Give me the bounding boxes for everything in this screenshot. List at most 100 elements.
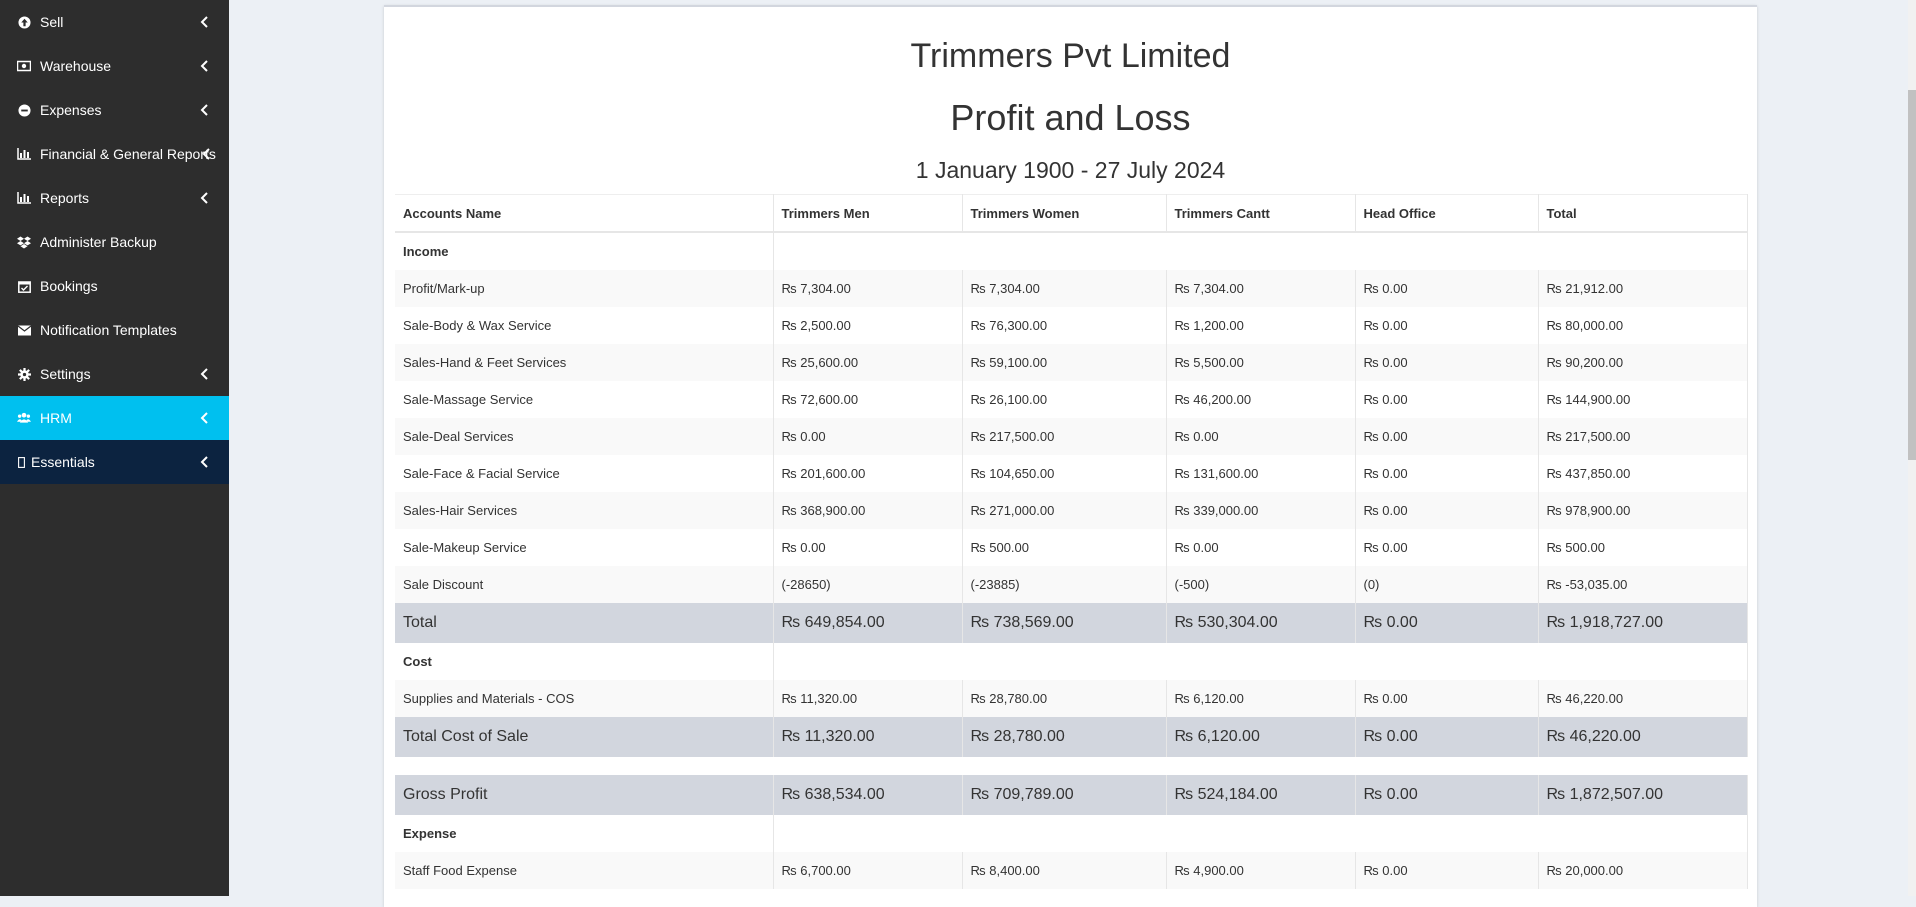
chevron-left-icon bbox=[200, 104, 208, 116]
chevron-left-icon bbox=[200, 60, 208, 72]
sidebar-item-reports[interactable]: Reports bbox=[0, 176, 229, 220]
amount-cell: ₨ 978,900.00 bbox=[1538, 492, 1748, 529]
bar-chart-icon bbox=[17, 191, 31, 205]
minus-circle-icon bbox=[17, 103, 31, 117]
total-amount: ₨ 530,304.00 bbox=[1166, 603, 1356, 643]
chevron-left-icon bbox=[202, 148, 210, 160]
column-header: Accounts Name bbox=[395, 194, 774, 233]
amount-cell: ₨ 1,200.00 bbox=[1166, 307, 1356, 344]
profit-loss-table: Accounts Name Trimmers Men Trimmers Wome… bbox=[395, 194, 1748, 889]
bar-chart-icon bbox=[17, 147, 31, 161]
amount-cell: ₨ 0.00 bbox=[1355, 418, 1539, 455]
total-label: Gross Profit bbox=[395, 775, 774, 815]
section-cost: Cost bbox=[395, 643, 1748, 680]
table-row: Sale-Makeup Service ₨ 0.00 ₨ 500.00 ₨ 0.00 ₨… bbox=[395, 529, 1748, 566]
amount-cell: (0) bbox=[1355, 566, 1539, 603]
total-amount: ₨ 46,220.00 bbox=[1538, 717, 1748, 757]
amount-cell: ₨ 28,780.00 bbox=[962, 680, 1167, 717]
income-total-row: Total ₨ 649,854.00 ₨ 738,569.00 ₨ 530,304.0… bbox=[395, 603, 1748, 643]
amount-cell: ₨ 6,120.00 bbox=[1166, 680, 1356, 717]
date-range: 1 January 1900 - 27 July 2024 bbox=[915, 157, 1226, 183]
amount-cell: ₨ 0.00 bbox=[1355, 455, 1539, 492]
amount-cell: ₨ 500.00 bbox=[1538, 529, 1748, 566]
account-name: Sales-Hand & Feet Services bbox=[395, 344, 774, 381]
amount-cell: ₨ 339,000.00 bbox=[1166, 492, 1356, 529]
amount-cell: ₨ 8,400.00 bbox=[962, 852, 1167, 889]
amount-cell: ₨ 90,200.00 bbox=[1538, 344, 1748, 381]
amount-cell: ₨ 104,650.00 bbox=[962, 455, 1167, 492]
chevron-left-icon bbox=[200, 456, 208, 468]
scrollbar-thumb[interactable] bbox=[1908, 90, 1916, 460]
sidebar-item-settings[interactable]: Settings bbox=[0, 352, 229, 396]
cost-total-row: Total Cost of Sale ₨ 11,320.00 ₨ 28,780.00… bbox=[395, 717, 1748, 757]
chevron-left-icon bbox=[200, 192, 208, 204]
money-icon bbox=[17, 59, 31, 73]
account-name: Staff Food Expense bbox=[395, 852, 774, 889]
total-amount: ₨ 11,320.00 bbox=[773, 717, 963, 757]
account-name: Sale-Massage Service bbox=[395, 381, 774, 418]
company-name: Trimmers Pvt Limited bbox=[910, 37, 1231, 75]
amount-cell: ₨ 144,900.00 bbox=[1538, 381, 1748, 418]
total-amount: ₨ 1,872,507.00 bbox=[1538, 775, 1748, 815]
amount-cell: ₨ 271,000.00 bbox=[962, 492, 1167, 529]
amount-cell: ₨ 46,200.00 bbox=[1166, 381, 1356, 418]
amount-cell: ₨ 25,600.00 bbox=[773, 344, 963, 381]
total-amount: ₨ 28,780.00 bbox=[962, 717, 1167, 757]
amount-cell: ₨ 0.00 bbox=[1355, 344, 1539, 381]
sidebar-item-label: Administer Backup bbox=[40, 234, 157, 250]
table-row: Sale Discount (-28650) (-23885) (-500) (0) ₨ … bbox=[395, 566, 1748, 603]
total-amount: ₨ 638,534.00 bbox=[773, 775, 963, 815]
amount-cell: ₨ 26,100.00 bbox=[962, 381, 1167, 418]
account-name: Sales-Hair Services bbox=[395, 492, 774, 529]
amount-cell: ₨ 7,304.00 bbox=[773, 270, 963, 307]
sidebar-item-financial-reports[interactable]: Financial & General Reports bbox=[0, 132, 229, 176]
calendar-check-icon bbox=[17, 279, 31, 293]
sidebar-item-warehouse[interactable]: Warehouse bbox=[0, 44, 229, 88]
total-amount: ₨ 0.00 bbox=[1355, 717, 1539, 757]
spacer-row bbox=[395, 757, 1747, 775]
section-filler bbox=[773, 232, 1748, 270]
amount-cell: (-500) bbox=[1166, 566, 1356, 603]
table-row: Sale-Face & Facial Service ₨ 201,600.00 ₨ … bbox=[395, 455, 1748, 492]
chevron-left-icon bbox=[200, 368, 208, 380]
section-label: Expense bbox=[395, 815, 774, 852]
users-icon bbox=[17, 411, 31, 425]
sidebar-item-administer-backup[interactable]: Administer Backup bbox=[0, 220, 229, 264]
column-header: Head Office bbox=[1355, 194, 1539, 233]
amount-cell: ₨ 20,000.00 bbox=[1538, 852, 1748, 889]
vertical-scrollbar[interactable] bbox=[1908, 0, 1916, 896]
column-header: Trimmers Women bbox=[962, 194, 1167, 233]
table-row: Staff Food Expense ₨ 6,700.00 ₨ 8,400.00 ₨ … bbox=[395, 852, 1748, 889]
column-header: Trimmers Cantt bbox=[1166, 194, 1356, 233]
amount-cell: ₨ 368,900.00 bbox=[773, 492, 963, 529]
sidebar-item-notification-templates[interactable]: Notification Templates bbox=[0, 308, 229, 352]
column-header: Total bbox=[1538, 194, 1748, 233]
sidebar-item-expenses[interactable]: Expenses bbox=[0, 88, 229, 132]
sidebar-item-label: Bookings bbox=[40, 278, 98, 294]
amount-cell: ₨ 0.00 bbox=[1355, 381, 1539, 418]
amount-cell: ₨ 76,300.00 bbox=[962, 307, 1167, 344]
amount-cell: ₨ 46,220.00 bbox=[1538, 680, 1748, 717]
account-name: Profit/Mark-up bbox=[395, 270, 774, 307]
sidebar-item-essentials[interactable]: Essentials bbox=[0, 440, 229, 484]
total-amount: ₨ 1,918,727.00 bbox=[1538, 603, 1748, 643]
sidebar-item-sell[interactable]: Sell bbox=[0, 0, 229, 44]
table-row: Sale-Body & Wax Service ₨ 2,500.00 ₨ 76,30… bbox=[395, 307, 1748, 344]
amount-cell: ₨ 4,900.00 bbox=[1166, 852, 1356, 889]
amount-cell: ₨ 217,500.00 bbox=[1538, 418, 1748, 455]
amount-cell: ₨ 72,600.00 bbox=[773, 381, 963, 418]
account-name: Sale-Makeup Service bbox=[395, 529, 774, 566]
sidebar-item-hrm[interactable]: HRM bbox=[0, 396, 229, 440]
dropbox-icon bbox=[17, 235, 31, 249]
amount-cell: ₨ 0.00 bbox=[1355, 307, 1539, 344]
sidebar-item-bookings[interactable]: Bookings bbox=[0, 264, 229, 308]
amount-cell: ₨ 0.00 bbox=[1166, 529, 1356, 566]
table-row: Sale-Massage Service ₨ 72,600.00 ₨ 26,100.… bbox=[395, 381, 1748, 418]
account-name: Sale-Face & Facial Service bbox=[395, 455, 774, 492]
amount-cell: ₨ 0.00 bbox=[773, 529, 963, 566]
amount-cell: ₨ 131,600.00 bbox=[1166, 455, 1356, 492]
amount-cell: ₨ 0.00 bbox=[1355, 529, 1539, 566]
report-panel: Trimmers Pvt Limited Profit and Loss 1 J… bbox=[384, 5, 1757, 907]
column-header: Trimmers Men bbox=[773, 194, 963, 233]
total-label: Total bbox=[395, 603, 774, 643]
